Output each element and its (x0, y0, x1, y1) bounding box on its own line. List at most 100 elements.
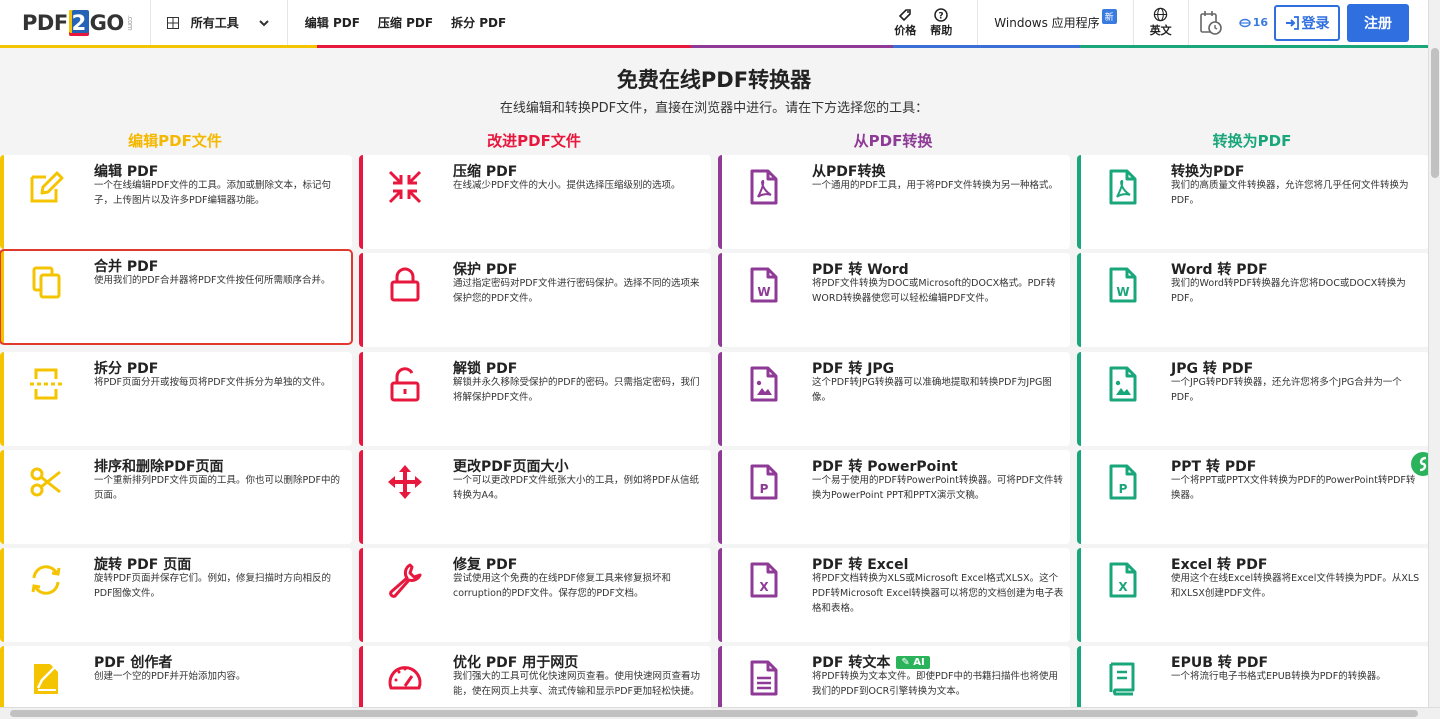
windows-app-label: Windows 应用程序 (994, 16, 1100, 30)
register-button[interactable]: 注册 (1347, 3, 1409, 42)
pricing-label: 价格 (894, 23, 917, 37)
svg-text:?: ? (939, 11, 944, 21)
tool-description: 使用这个在线Excel转换器将Excel文件转换为PDF。从XLS和XLSX创建… (1171, 573, 1420, 599)
tool-card-convert-from-pdf[interactable]: 从PDF转换 一个通用的PDF工具，用于将PDF文件转换为另一种格式。 (718, 155, 1070, 249)
image-file-icon (1109, 366, 1137, 402)
tool-card-repair-pdf[interactable]: 修复 PDF 尝试使用这个免费的在线PDF修复工具来修复损坏和corruptio… (359, 548, 711, 642)
login-button[interactable]: 登录 (1274, 4, 1340, 41)
text-file-icon (750, 660, 778, 696)
compress-icon (388, 170, 422, 204)
unlock-icon (390, 367, 420, 402)
tool-card-edit-pdf[interactable]: 编辑 PDF 一个在线编辑PDF文件的工具。添加或删除文本，标记句子，上传图片以… (0, 155, 352, 249)
tool-description: 我们强大的工具可优化快速网页查看。使用快速网页查看功能，使在网页上共享、流式传输… (453, 671, 701, 697)
tool-card-pdf-to-powerpoint[interactable]: P PDF 转 PowerPoint 一个易于使用的PDF转PowerPoint… (718, 450, 1070, 544)
tool-card-rotate-pdf[interactable]: 旋转 PDF 页面 旋转PDF页面并保存它们。例如，修复扫描时方向相反的PDF图… (0, 548, 352, 642)
tool-card-convert-to-pdf[interactable]: 转换为PDF 我们的高质量文件转换器，允许您将几乎任何文件转换为PDF。 (1077, 155, 1429, 249)
help-button[interactable]: ? 帮助 (923, 0, 959, 46)
tag-icon (899, 8, 912, 21)
tool-description: 在线减少PDF文件的大小。提供选择压缩级别的选项。 (453, 180, 681, 191)
login-arrow-icon (1285, 15, 1299, 30)
tool-description: 通过指定密码对PDF文件进行密码保护。选择不同的选项来保护您的PDF文件。 (453, 278, 700, 304)
windows-app-link[interactable]: Windows 应用程序 新 (978, 0, 1132, 46)
nav-link-split-pdf[interactable]: 拆分 PDF (442, 14, 515, 31)
vertical-scrollbar[interactable] (1428, 0, 1440, 707)
column-heading-improve: 改进PDF文件 (487, 132, 581, 150)
all-tools-menu-button[interactable]: 所有工具 (151, 0, 287, 46)
column-heading-to-pdf: 转换为PDF (1212, 132, 1292, 150)
tool-card-merge-pdf[interactable]: 合并 PDF 使用我们的PDF合并器将PDF文件按任何所需顺序合并。 (0, 249, 353, 345)
horizontal-scrollbar[interactable] (0, 707, 1440, 719)
credits-value: 16 (1252, 16, 1268, 29)
excel-file-icon: X (750, 562, 778, 598)
rotate-icon (31, 565, 61, 595)
tool-card-resize-pages[interactable]: 更改PDF页面大小 一个可以更改PDF文件纸张大小的工具，例如将PDF从信纸转换… (359, 450, 711, 544)
tool-card-pdf-to-excel[interactable]: X PDF 转 Excel 将PDF文档转换为XLS或Microsoft Exc… (718, 548, 1070, 642)
tool-card-sort-delete-pages[interactable]: 排序和删除PDF页面 一个重新排列PDF文件页面的工具。你也可以删除PDF中的页… (0, 450, 352, 544)
tool-description: 一个通用的PDF工具，用于将PDF文件转换为另一种格式。 (812, 180, 1059, 191)
tool-description: 创建一个空的PDF并开始添加内容。 (94, 671, 246, 682)
svg-text:W: W (1116, 285, 1129, 299)
wrench-icon (389, 563, 422, 598)
help-label: 帮助 (930, 23, 953, 37)
column-heading-edit: 编辑PDF文件 (128, 132, 222, 150)
tool-description: 解锁并永久移除受保护的PDF的密码。只需指定密码，我们将解保护PDF文件。 (453, 377, 700, 403)
all-tools-label: 所有工具 (190, 16, 239, 30)
pdf-file-icon (750, 169, 778, 205)
tool-description: 一个重新排列PDF文件页面的工具。你也可以删除PDF中的页面。 (94, 475, 341, 501)
tool-card-protect-pdf[interactable]: 保护 PDF 通过指定密码对PDF文件进行密码保护。选择不同的选项来保护您的PD… (359, 253, 711, 347)
svg-text:X: X (1118, 580, 1128, 594)
login-label: 登录 (1301, 15, 1330, 32)
book-icon (1109, 662, 1135, 696)
column-heading-from-pdf: 从PDF转换 (853, 132, 933, 150)
logo-text-com: .com (125, 14, 134, 31)
tool-description: 这个PDF转JPG转换器可以准确地提取和转换PDF为JPG图像。 (812, 377, 1052, 403)
nav-link-edit-pdf[interactable]: 编辑 PDF (296, 14, 369, 31)
pdf-creator-icon (34, 664, 58, 694)
tool-description: 旋转PDF页面并保存它们。例如，修复扫描时方向相反的PDF图像文件。 (94, 573, 332, 599)
tool-description: 一个在线编辑PDF文件的工具。添加或删除文本，标记句子，上传图片以及许多PDF编… (94, 180, 332, 206)
tool-card-pdf-to-word[interactable]: W PDF 转 Word 将PDF文件转换为DOC或Microsoft的DOCX… (718, 253, 1070, 347)
tool-description: 我们的高质量文件转换器，允许您将几乎任何文件转换为PDF。 (1171, 180, 1409, 206)
history-button[interactable] (1189, 0, 1233, 46)
tool-card-pdf-to-jpg[interactable]: PDF 转 JPG 这个PDF转JPG转换器可以准确地提取和转换PDF为JPG图… (718, 352, 1070, 446)
language-switcher[interactable]: 英文 (1134, 0, 1188, 46)
ppt-file-icon: P (1109, 464, 1137, 500)
tool-description: 使用我们的PDF合并器将PDF文件按任何所需顺序合并。 (94, 275, 331, 286)
top-navigation-bar: PDF 2 GO .com 所有工具 编辑 PDF 压缩 PDF 拆分 PDF 价格 … (0, 0, 1440, 46)
move-arrows-icon (388, 465, 422, 499)
tool-card-word-to-pdf[interactable]: W Word 转 PDF 我们的Word转PDF转换器允许您将DOC或DOCX转… (1077, 253, 1429, 347)
vertical-scrollbar-thumb[interactable] (1431, 48, 1439, 178)
horizontal-scrollbar-thumb[interactable] (10, 710, 1418, 717)
pricing-button[interactable]: 价格 (887, 0, 923, 46)
pdf2go-logo[interactable]: PDF 2 GO .com (22, 0, 134, 46)
tool-card-ppt-to-pdf[interactable]: P PPT 转 PDF 一个将PPT或PPTX文件转换为PDF的PowerPoi… (1077, 450, 1429, 544)
tool-description: 一个易于使用的PDF转PowerPoint转换器。可将PDF文件转换为Power… (812, 475, 1063, 501)
gauge-icon (388, 666, 422, 690)
tool-description: 一个JPG转PDF转换器，还允许您将多个JPG合并为一个PDF。 (1171, 377, 1402, 403)
word-file-icon: W (1109, 267, 1137, 303)
credits-counter[interactable]: 16 (1233, 16, 1274, 29)
image-file-icon (750, 366, 778, 402)
language-label: 英文 (1149, 24, 1172, 37)
svg-text:W: W (757, 285, 770, 299)
grid-icon (166, 16, 179, 29)
tool-card-compress-pdf[interactable]: 压缩 PDF 在线减少PDF文件的大小。提供选择压缩级别的选项。 (359, 155, 711, 249)
page-subtitle: 在线编辑和转换PDF文件，直接在浏览器中进行。请在下方选择您的工具： (499, 101, 929, 116)
tool-description: 一个可以更改PDF文件纸张大小的工具，例如将PDF从信纸转换为A4。 (453, 475, 700, 501)
tool-description: 将PDF页面分开或按每页将PDF文件拆分为单独的文件。 (94, 377, 331, 388)
tool-card-jpg-to-pdf[interactable]: JPG 转 PDF 一个JPG转PDF转换器，还允许您将多个JPG合并为一个PD… (1077, 352, 1429, 446)
logo-text-go: GO (89, 10, 125, 35)
logo-text-two: 2 (68, 9, 89, 36)
edit-icon (30, 171, 64, 203)
new-badge: 新 (1101, 9, 1117, 24)
register-label: 注册 (1364, 15, 1392, 32)
tool-card-split-pdf[interactable]: 拆分 PDF 将PDF页面分开或按每页将PDF文件拆分为单独的文件。 (0, 352, 352, 446)
nav-link-compress-pdf[interactable]: 压缩 PDF (369, 14, 442, 31)
tool-card-excel-to-pdf[interactable]: X Excel 转 PDF 使用这个在线Excel转换器将Excel文件转换为P… (1077, 548, 1429, 642)
tool-description: 将PDF转换为文本文件。即使PDF中的书籍扫描件也将使用我们的PDF到OCR引擎… (812, 671, 1059, 697)
tool-card-unlock-pdf[interactable]: 解锁 PDF 解锁并永久移除受保护的PDF的密码。只需指定密码，我们将解保护PD… (359, 352, 711, 446)
tool-description: 将PDF文档转换为XLS或Microsoft Excel格式XLSX。这个PDF… (812, 573, 1064, 614)
svg-text:X: X (759, 580, 769, 594)
tool-description: 尝试使用这个免费的在线PDF修复工具来修复损坏和corruption的PDF文件… (453, 573, 672, 599)
scissors-icon (30, 467, 61, 497)
